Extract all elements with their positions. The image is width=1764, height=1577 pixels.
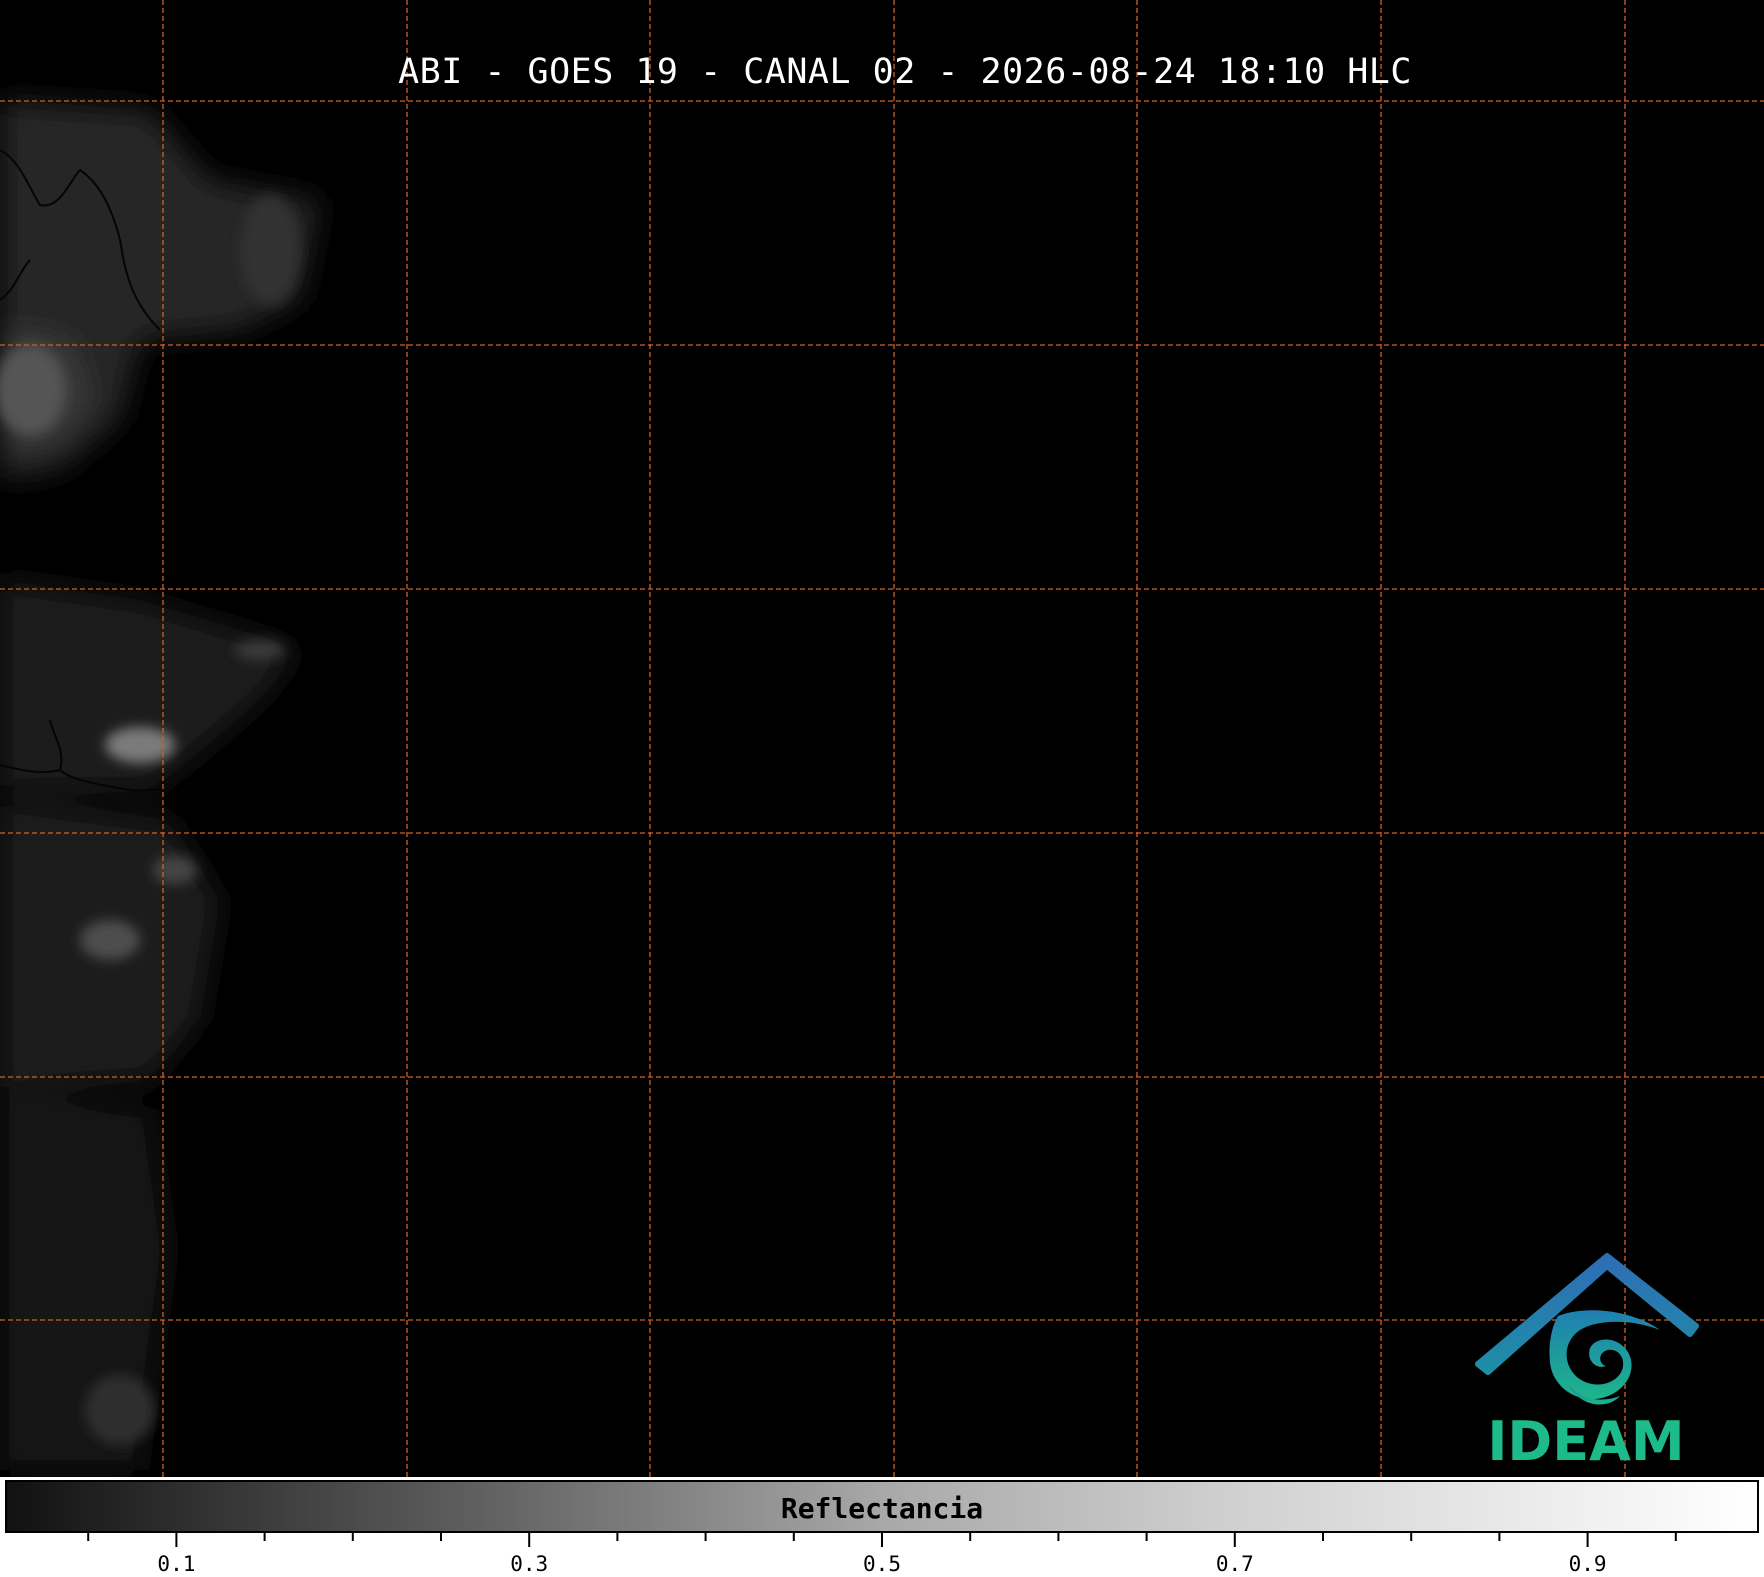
colorbar-tick-label: 0.9 bbox=[1568, 1552, 1607, 1576]
map-title: ABI - GOES 19 - CANAL 02 - 2026-08-24 18… bbox=[398, 52, 1412, 92]
ideam-logo-text: IDEAM bbox=[1487, 1410, 1685, 1473]
colorbar-tick-label: 0.1 bbox=[157, 1552, 196, 1576]
colorbar: Reflectancia bbox=[5, 1480, 1759, 1533]
colorbar-tick-label: 0.7 bbox=[1215, 1552, 1254, 1576]
colorbar-tick-marks bbox=[87, 1533, 1677, 1547]
colorbar-tick-label: 0.3 bbox=[510, 1552, 549, 1576]
satellite-map: ABI - GOES 19 - CANAL 02 - 2026-08-24 18… bbox=[0, 0, 1764, 1477]
ideam-logo: IDEAM bbox=[1470, 1252, 1700, 1473]
colorbar-label: Reflectancia bbox=[780, 1492, 984, 1525]
colorbar-tick-label: 0.5 bbox=[863, 1552, 901, 1576]
colorbar-axis: 0.1 0.3 0.5 0.7 0.9 bbox=[0, 1533, 1764, 1577]
land-cloud-texture bbox=[0, 100, 320, 1470]
ideam-emblem-icon bbox=[1475, 1253, 1699, 1405]
